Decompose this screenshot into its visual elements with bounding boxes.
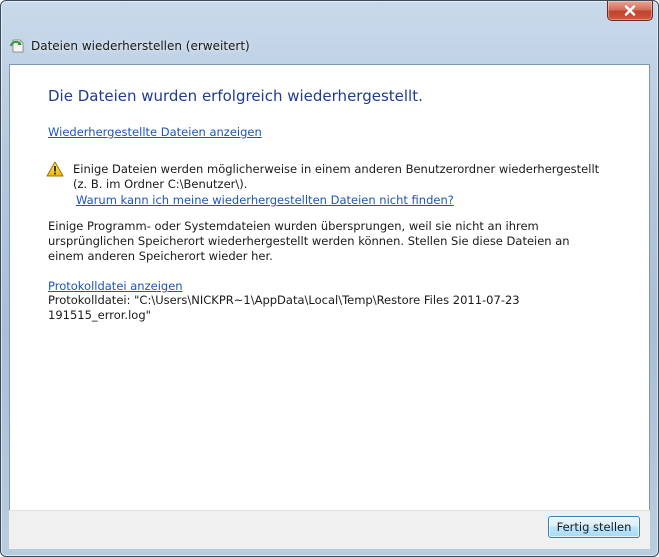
finish-button[interactable]: Fertig stellen [548, 516, 640, 538]
button-bar: Fertig stellen [9, 510, 650, 549]
close-icon [624, 5, 636, 16]
log-file-path: Protokolldatei: "C:\Users\NICKPR~1\AppDa… [48, 293, 520, 322]
dialog-window: Dateien wiederherstellen (erweitert) Die… [0, 0, 659, 557]
page-title: Die Dateien wurden erfolgreich wiederher… [48, 87, 423, 105]
window-title: Dateien wiederherstellen (erweitert) [31, 39, 250, 53]
warning-message: Einige Dateien werden möglicherweise in … [73, 162, 600, 191]
restore-files-icon [10, 38, 26, 58]
title-bar[interactable] [1, 1, 658, 31]
view-log-file-link[interactable]: Protokolldatei anzeigen [48, 279, 183, 293]
why-cant-find-files-link[interactable]: Warum kann ich meine wiederhergestellten… [76, 193, 454, 207]
warning-icon [46, 161, 64, 181]
view-restored-files-link[interactable]: Wiederhergestellte Dateien anzeigen [48, 125, 262, 139]
content-panel: Die Dateien wurden erfolgreich wiederher… [9, 64, 650, 511]
skipped-files-message: Einige Programm- oder Systemdateien wurd… [48, 219, 570, 263]
close-button[interactable] [607, 1, 653, 21]
